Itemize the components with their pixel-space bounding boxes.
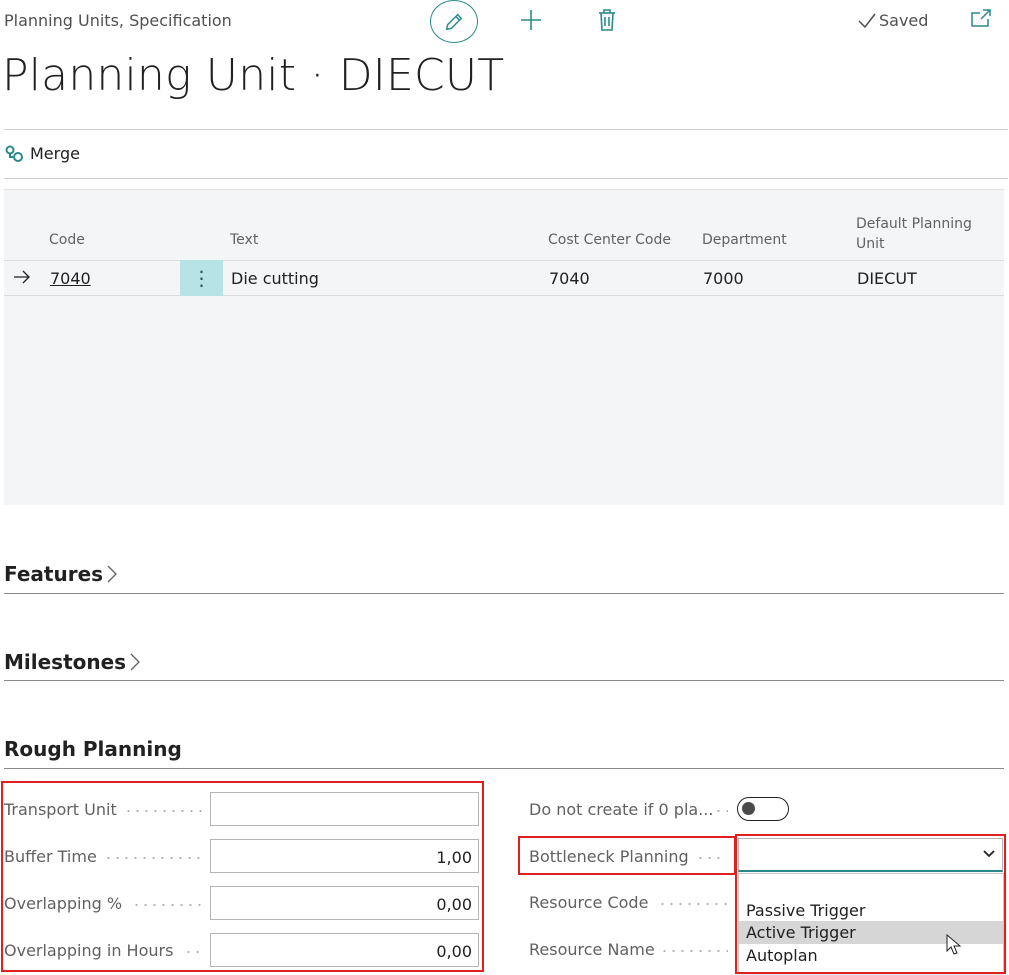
table-row[interactable]: 7040 ⋮ Die cutting 7040 7000 DIECUT [4, 260, 1004, 296]
plus-icon [521, 10, 541, 30]
cost-center-cell[interactable]: 7040 [549, 269, 590, 288]
delete-button[interactable] [594, 5, 620, 35]
default-planning-unit-cell[interactable]: DIECUT [857, 269, 917, 288]
popout-icon [971, 9, 991, 27]
toggle-knob [742, 802, 755, 815]
section-divider [4, 593, 1004, 594]
page-title: Planning Unit · DIECUT [2, 50, 505, 101]
new-button[interactable] [516, 5, 546, 35]
trash-icon [599, 9, 615, 31]
annotation-box-dropdown [735, 834, 1006, 974]
leader-dots [714, 810, 728, 812]
section-divider [4, 680, 1004, 681]
chevron-right-icon [130, 653, 141, 671]
breadcrumb: Planning Units, Specification [4, 11, 232, 30]
merge-label: Merge [30, 144, 80, 163]
merge-action[interactable]: Merge [5, 144, 80, 163]
merge-icon [5, 145, 23, 162]
column-header-code[interactable]: Code [49, 232, 85, 248]
annotation-box-bottleneck-label [518, 836, 736, 875]
section-title: Milestones [4, 650, 127, 674]
annotation-box-left-fields [1, 781, 484, 972]
column-header-cost-center-code[interactable]: Cost Center Code [548, 232, 671, 248]
section-title: Rough Planning [4, 737, 182, 761]
section-rough-planning[interactable]: Rough Planning [4, 737, 182, 761]
planning-unit-lines-grid: Code Text Cost Center Code Department De… [4, 189, 1004, 505]
row-menu-button[interactable]: ⋮ [180, 260, 223, 296]
column-header-line: Unit [856, 236, 885, 252]
leader-dots [658, 903, 728, 905]
open-new-window-button[interactable] [970, 8, 994, 30]
check-icon [858, 13, 876, 28]
column-header-line: Default Planning [856, 216, 972, 232]
column-header-department[interactable]: Department [702, 232, 787, 248]
saved-status: Saved [858, 11, 928, 30]
do-not-create-label: Do not create if 0 pla... [529, 800, 714, 819]
arrow-right-icon [14, 270, 30, 284]
section-title: Features [4, 562, 104, 586]
section-divider [4, 768, 1004, 769]
column-header-default-planning-unit[interactable]: Default Planning Unit [856, 214, 972, 254]
chevron-right-icon [107, 565, 117, 583]
divider [4, 178, 1008, 179]
text-cell[interactable]: Die cutting [231, 269, 319, 288]
saved-label: Saved [879, 11, 929, 30]
edit-button[interactable] [430, 0, 478, 43]
divider [4, 129, 1008, 130]
department-cell[interactable]: 7000 [703, 269, 744, 288]
code-cell[interactable]: 7040 [50, 269, 91, 288]
more-vertical-icon: ⋮ [191, 266, 212, 290]
resource-code-label: Resource Code [529, 893, 649, 912]
leader-dots [660, 950, 728, 952]
section-features[interactable]: Features [4, 562, 118, 586]
pencil-icon [445, 13, 463, 30]
section-milestones[interactable]: Milestones [4, 650, 141, 674]
column-header-text[interactable]: Text [230, 232, 258, 248]
do-not-create-toggle[interactable] [737, 797, 789, 821]
resource-name-label: Resource Name [529, 940, 655, 959]
